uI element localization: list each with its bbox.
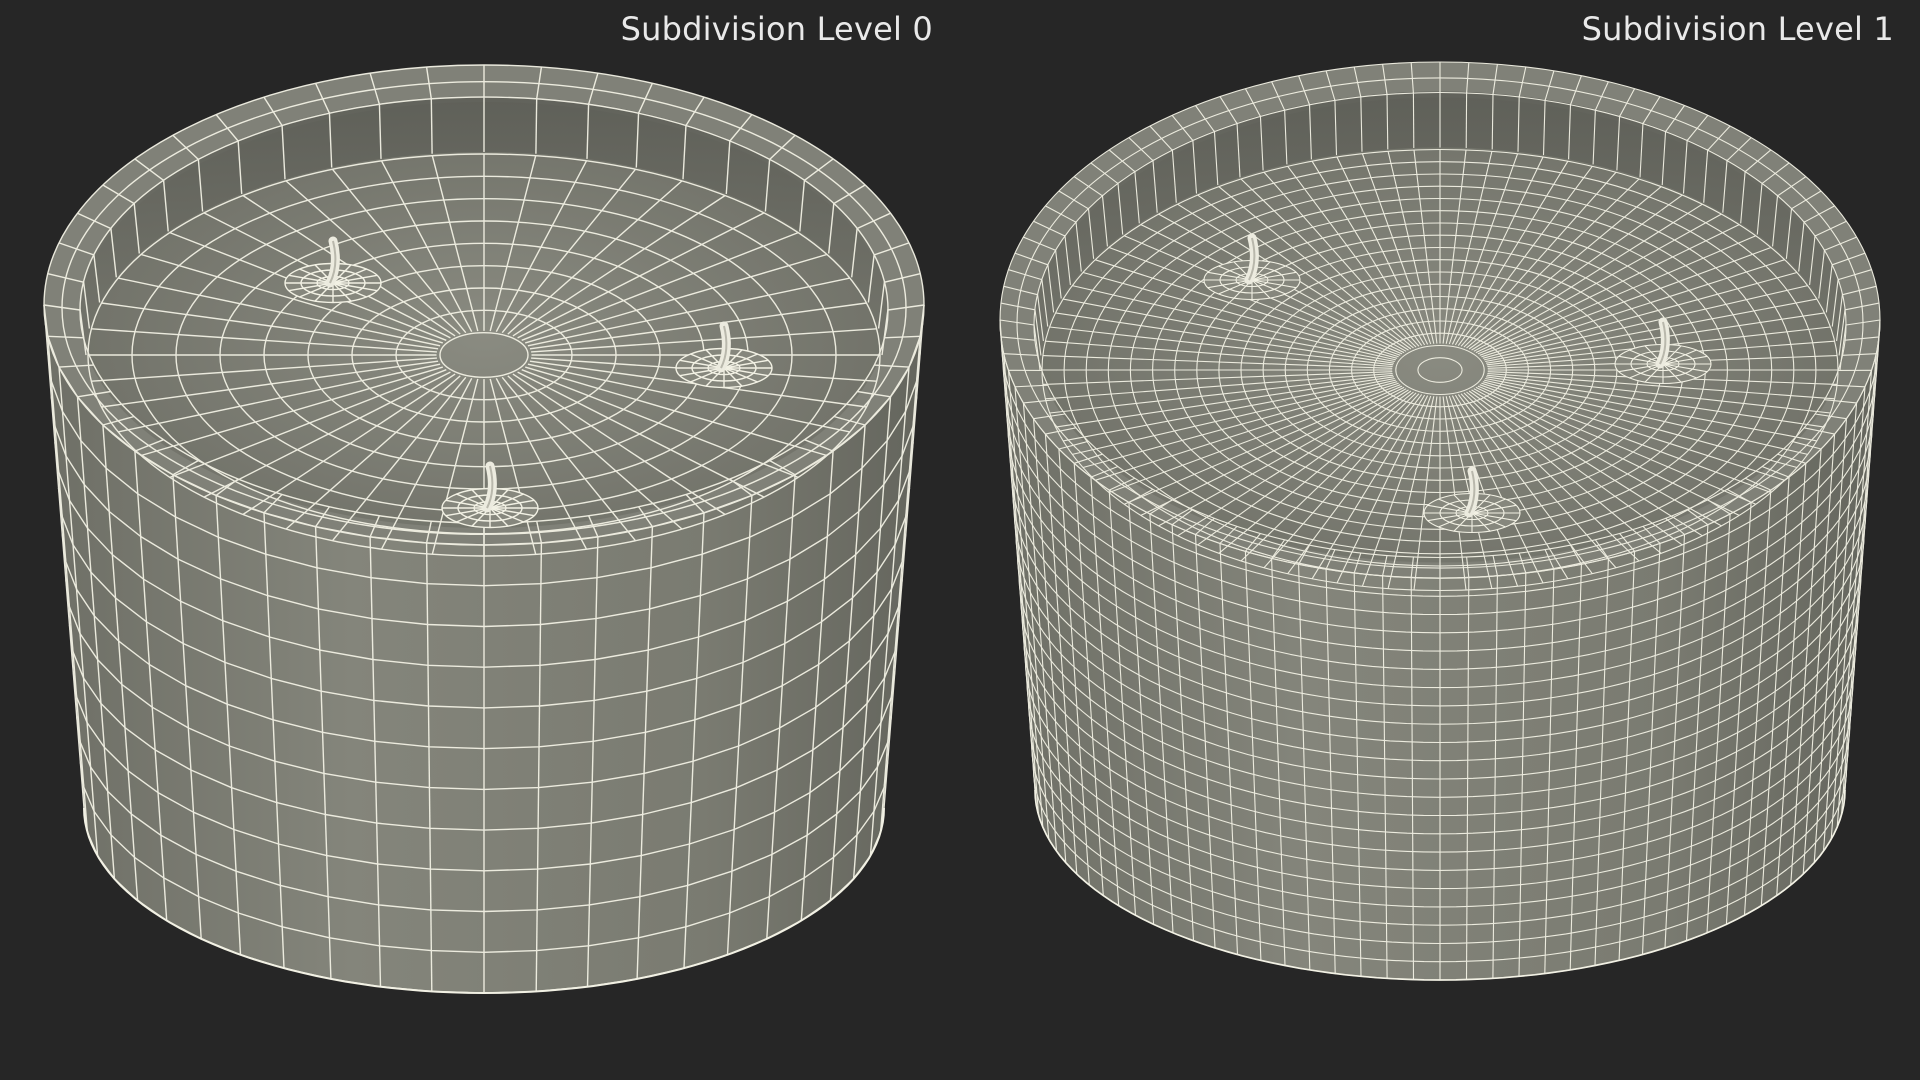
- render-viewport: Subdivision Level 0 Subdivision Level 1: [0, 0, 1920, 1080]
- candle-jar-low-poly: [43, 64, 925, 995]
- render-canvas: [43, 61, 1881, 995]
- inner-wall-edge: [430, 97, 433, 154]
- candle-jar-subdivided: [999, 61, 1881, 981]
- subdivision-level-1-label: Subdivision Level 1: [1581, 10, 1894, 48]
- subdivision-level-0-label: Subdivision Level 0: [620, 10, 933, 48]
- inner-wall-edge: [535, 97, 538, 154]
